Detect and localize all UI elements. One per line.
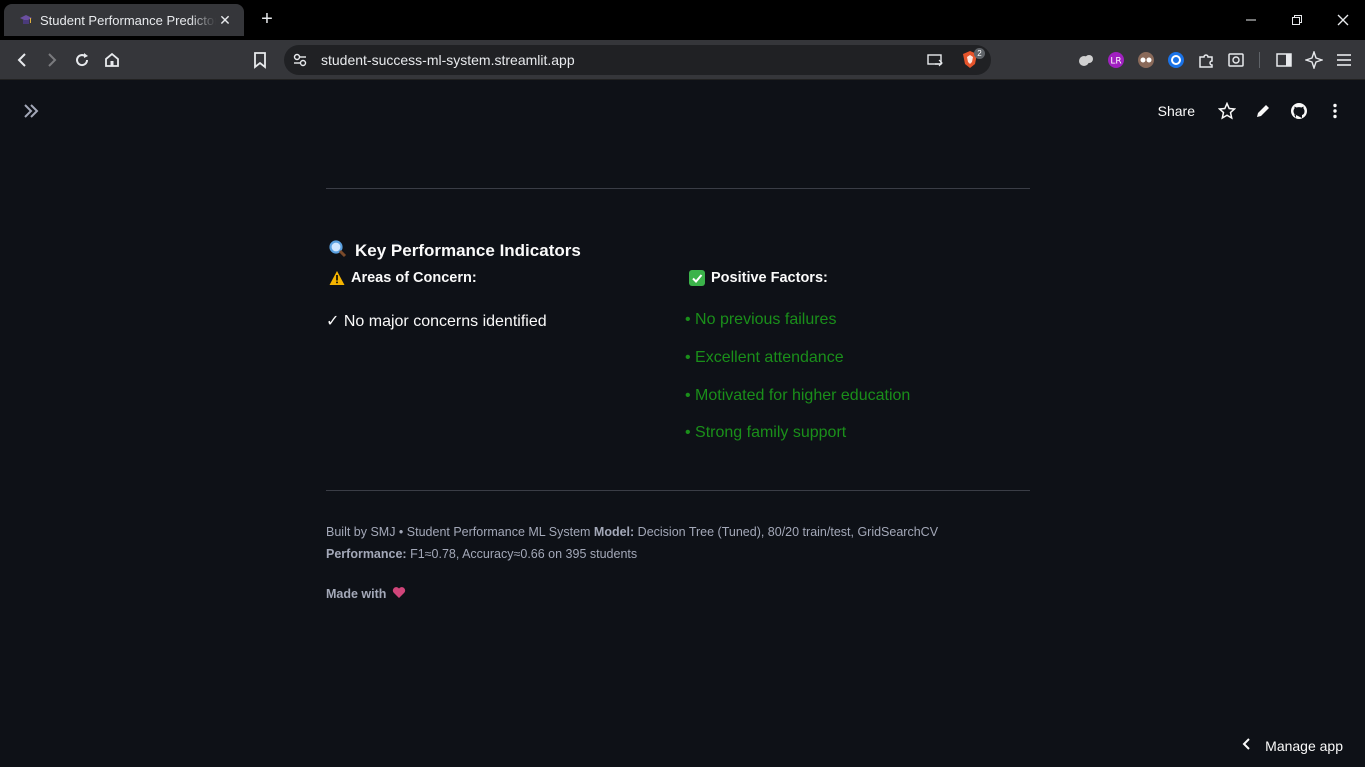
made-with-text: Made with [326, 587, 387, 601]
url-text: student-success-ml-system.streamlit.app [321, 52, 575, 68]
minimize-icon[interactable] [1238, 8, 1264, 32]
warning-icon [329, 270, 345, 286]
concerns-heading-text: Areas of Concern: [351, 270, 477, 286]
home-icon[interactable] [100, 48, 124, 72]
expand-sidebar-icon[interactable] [20, 100, 44, 122]
chevron-left-icon [1241, 737, 1251, 754]
close-tab-icon[interactable]: ✕ [216, 11, 234, 29]
positive-heading-text: Positive Factors: [711, 270, 828, 286]
streamlit-app: Share Key Performance Indicators Areas o… [0, 81, 1365, 767]
extension-glasses-icon[interactable] [1136, 50, 1156, 70]
address-bar[interactable]: student-success-ml-system.streamlit.app … [284, 45, 991, 75]
footer-performance: Performance: F1≈0.78, Accuracy≈0.66 on 3… [326, 547, 637, 561]
positive-item: • Strong family support [685, 424, 847, 441]
kpi-title-text: Key Performance Indicators [355, 241, 581, 260]
bookmark-icon[interactable] [248, 48, 272, 72]
heart-icon [392, 586, 406, 602]
toolbar-divider [1259, 52, 1260, 68]
extensions-puzzle-icon[interactable] [1196, 50, 1216, 70]
cast-icon[interactable] [926, 51, 944, 74]
share-button[interactable]: Share [1158, 103, 1195, 119]
site-settings-icon[interactable] [292, 52, 308, 73]
positive-item: • Motivated for higher education [685, 387, 911, 404]
app-header-actions: Share [1158, 100, 1345, 122]
positive-item: • No previous failures [685, 311, 837, 328]
positive-item: • Excellent attendance [685, 349, 844, 366]
magnifying-glass-icon [328, 239, 347, 263]
restore-icon[interactable] [1284, 8, 1310, 32]
more-options-icon[interactable] [1325, 101, 1345, 121]
footer-model-label: Model: [593, 525, 635, 539]
extension-blue-circle-icon[interactable] [1166, 50, 1186, 70]
graduation-cap-icon [18, 12, 34, 28]
tab-title: Student Performance Predictor · Streamli… [40, 12, 216, 28]
manage-app-label: Manage app [1265, 737, 1343, 754]
footer-performance-text: F1≈0.78, Accuracy≈0.66 on 395 students [406, 547, 638, 561]
new-tab-icon[interactable]: + [256, 9, 278, 31]
reader-mode-icon[interactable] [1226, 50, 1246, 70]
concern-item: ✓ No major concerns identified [326, 313, 547, 330]
brave-badge: 2 [974, 48, 985, 59]
footer-model-text: Decision Tree (Tuned), 80/20 train/test,… [634, 525, 939, 539]
footer-credits: Built by SMJ • Student Performance ML Sy… [326, 525, 938, 539]
extension-ublock-icon[interactable]: LR [1106, 50, 1126, 70]
divider-top [326, 188, 1030, 189]
positive-heading: Positive Factors: [689, 270, 828, 286]
browser-toolbar: student-success-ml-system.streamlit.app … [0, 40, 1365, 80]
browser-tabbar: Student Performance Predictor · Streamli… [0, 0, 1365, 40]
footer-credits-prefix: Built by SMJ • Student Performance ML Sy… [326, 525, 594, 539]
footer-performance-label: Performance: [326, 547, 407, 561]
svg-text:LR: LR [1110, 57, 1121, 67]
star-icon[interactable] [1217, 101, 1237, 121]
edit-pencil-icon[interactable] [1253, 101, 1273, 121]
browser-tab[interactable]: Student Performance Predictor · Streamli… [4, 4, 244, 36]
close-window-icon[interactable] [1330, 8, 1356, 32]
divider-bottom [326, 490, 1030, 491]
leo-ai-icon[interactable] [1304, 50, 1324, 70]
check-mark-icon [689, 270, 705, 286]
forward-icon[interactable] [40, 48, 64, 72]
extension-cloud-icon[interactable] [1076, 50, 1096, 70]
footer-made-with: Made with [326, 586, 406, 602]
manage-app-button[interactable]: Manage app [1241, 737, 1343, 754]
github-icon[interactable] [1289, 101, 1309, 121]
browser-menu-icon[interactable] [1334, 50, 1354, 70]
concerns-heading: Areas of Concern: [329, 270, 477, 286]
reload-icon[interactable] [70, 48, 94, 72]
sidebar-panel-icon[interactable] [1274, 50, 1294, 70]
back-icon[interactable] [10, 48, 34, 72]
kpi-section-title: Key Performance Indicators [328, 239, 581, 263]
